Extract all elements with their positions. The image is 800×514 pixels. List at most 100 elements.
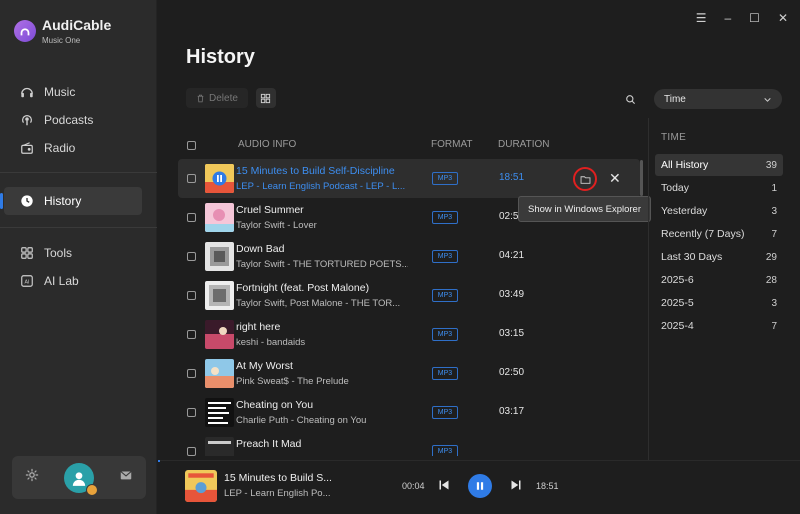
sidebar-item-label: Radio — [44, 141, 76, 155]
row-checkbox[interactable] — [187, 369, 196, 378]
maximize-icon[interactable]: ☐ — [749, 11, 760, 25]
sidebar-item-podcasts[interactable]: Podcasts — [0, 106, 142, 134]
grid-icon — [261, 93, 271, 103]
filter-2025-4[interactable]: 2025-4 7 — [655, 315, 783, 337]
filter-count: 3 — [771, 297, 777, 309]
sidebar-divider — [0, 172, 157, 173]
format-badge: MP3 — [432, 250, 458, 263]
row-checkbox[interactable] — [187, 291, 196, 300]
table-row[interactable]: 15 Minutes to Build Self-Discipline LEP … — [178, 159, 640, 198]
player-bar: 15 Minutes to Build S... LEP - Learn Eng… — [158, 460, 800, 514]
sidebar-item-radio[interactable]: Radio — [0, 134, 142, 162]
track-subtitle: keshi - bandaids — [236, 337, 306, 348]
pause-icon — [476, 482, 484, 490]
row-checkbox[interactable] — [187, 213, 196, 222]
track-title: Cheating on You — [236, 399, 314, 411]
time-filter-panel: TIME All History 39 Today 1 Yesterday 3 … — [648, 118, 800, 460]
header-format: FORMAT — [431, 139, 473, 150]
filter-count: 1 — [771, 182, 777, 194]
track-subtitle: LEP - Learn English Podcast - LEP - L... — [236, 181, 406, 192]
mail-icon[interactable] — [119, 468, 133, 487]
app-window: AudiCable Music One Music Podcasts Radio — [0, 0, 800, 514]
premium-badge-icon — [85, 483, 98, 496]
folder-icon[interactable] — [573, 167, 597, 191]
delete-label: Delete — [209, 92, 238, 104]
track-duration: 04:21 — [499, 250, 525, 261]
cover-art — [205, 164, 234, 193]
filter-all-history[interactable]: All History 39 — [655, 154, 783, 176]
headphones-icon — [20, 85, 34, 99]
row-checkbox[interactable] — [187, 174, 196, 183]
pause-button[interactable] — [468, 474, 492, 498]
format-badge: MP3 — [432, 367, 458, 380]
row-checkbox[interactable] — [187, 330, 196, 339]
search-icon[interactable] — [625, 92, 636, 110]
sidebar-item-tools[interactable]: Tools — [0, 239, 142, 267]
filter-yesterday[interactable]: Yesterday 3 — [655, 200, 783, 222]
next-track-icon[interactable] — [510, 478, 522, 496]
table-row[interactable]: Down Bad Taylor Swift - THE TORTURED POE… — [178, 237, 640, 276]
sidebar-item-ai-lab[interactable]: AI AI Lab — [0, 267, 142, 295]
table-row[interactable]: Preach It Mad MP3 — [178, 432, 640, 456]
select-all-checkbox[interactable] — [187, 141, 196, 150]
delete-button[interactable]: Delete — [186, 88, 248, 108]
avatar[interactable] — [63, 462, 98, 496]
track-duration: 03:15 — [499, 328, 525, 339]
sidebar-item-history[interactable]: History — [0, 187, 142, 215]
track-title: At My Worst — [236, 360, 293, 372]
sidebar-item-label: AI Lab — [44, 274, 79, 288]
track-duration: 03:49 — [499, 289, 525, 300]
filter-panel-title: TIME — [661, 132, 687, 143]
toolbar: Delete — [186, 88, 276, 108]
cover-art — [205, 281, 234, 310]
table-row[interactable]: Cheating on You Charlie Puth - Cheating … — [178, 393, 640, 432]
table-row[interactable]: right here keshi - bandaids MP3 03:15 — [178, 315, 640, 354]
row-checkbox[interactable] — [187, 408, 196, 417]
menu-icon[interactable]: ☰ — [696, 11, 707, 25]
filter-last-30-days[interactable]: Last 30 Days 29 — [655, 246, 783, 268]
app-logo-icon — [14, 20, 36, 42]
format-badge: MP3 — [432, 211, 458, 224]
format-badge: MP3 — [432, 172, 458, 185]
track-title: right here — [236, 321, 281, 333]
filter-2025-5[interactable]: 2025-5 3 — [655, 292, 783, 314]
sort-select[interactable]: Time — [654, 89, 782, 109]
table-row[interactable]: At My Worst Pink Sweat$ - The Prelude MP… — [178, 354, 640, 393]
filter-count: 29 — [765, 251, 777, 263]
filter-2025-6[interactable]: 2025-6 28 — [655, 269, 783, 291]
trash-icon — [197, 94, 204, 102]
filter-recently-7-days[interactable]: Recently (7 Days) 7 — [655, 223, 783, 245]
page-title: History — [186, 46, 255, 68]
format-badge: MP3 — [432, 289, 458, 302]
minimize-icon[interactable]: – — [724, 11, 731, 25]
list-scrollbar[interactable] — [640, 160, 643, 196]
filter-label: All History — [661, 159, 709, 171]
cover-art — [205, 203, 234, 232]
table-header: AUDIO INFO FORMAT DURATION — [186, 139, 636, 153]
sidebar-item-music[interactable]: Music — [0, 78, 142, 106]
app-name: AudiCable — [42, 17, 112, 33]
app-subtitle: Music One — [42, 36, 81, 45]
sidebar-item-label: History — [44, 194, 82, 208]
track-duration: 18:51 — [499, 172, 525, 183]
now-playing-title: 15 Minutes to Build S... — [224, 472, 332, 484]
chevron-down-icon — [764, 97, 771, 102]
settings-icon[interactable] — [25, 468, 39, 487]
row-checkbox[interactable] — [187, 447, 196, 456]
filter-count: 28 — [765, 274, 777, 286]
sort-select-value: Time — [664, 93, 686, 105]
playback-progress[interactable] — [158, 460, 160, 462]
table-row[interactable]: Fortnight (feat. Post Malone) Taylor Swi… — [178, 276, 640, 315]
row-checkbox[interactable] — [187, 252, 196, 261]
previous-track-icon[interactable] — [438, 478, 450, 496]
sidebar-item-label: Music — [44, 85, 76, 99]
filter-label: Recently (7 Days) — [661, 228, 745, 240]
remove-row-close-icon[interactable]: ✕ — [609, 171, 621, 185]
podcast-icon — [20, 113, 34, 127]
grid-view-button[interactable] — [255, 88, 276, 108]
window-controls: ☰ – ☐ ✕ — [696, 11, 788, 25]
close-icon[interactable]: ✕ — [778, 11, 788, 25]
track-subtitle: Taylor Swift - Lover — [236, 220, 317, 231]
filter-today[interactable]: Today 1 — [655, 177, 783, 199]
brand: AudiCable Music One — [14, 16, 111, 45]
